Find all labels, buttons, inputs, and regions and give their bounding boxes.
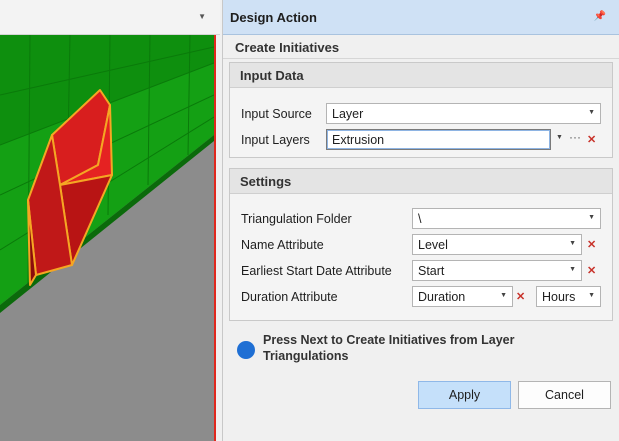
chevron-down-icon[interactable]: ▼ — [569, 240, 576, 247]
name-attribute-value: Level — [418, 238, 448, 252]
input-data-group: Input Data Input Source Layer ▼ Input La… — [229, 62, 613, 158]
duration-value: Duration — [418, 290, 466, 304]
triangulation-folder-select[interactable]: \ ▼ — [412, 208, 601, 229]
section-title: Create Initiatives — [223, 35, 619, 59]
apply-button[interactable]: Apply — [418, 381, 511, 409]
name-attribute-row: Name Attribute Level ▼ ✕ — [230, 234, 612, 256]
chevron-down-icon[interactable]: ▼ — [198, 12, 206, 21]
earliest-start-value: Start — [418, 264, 445, 278]
close-icon[interactable]: ✕ — [516, 290, 525, 303]
triangulation-folder-value: \ — [418, 212, 422, 226]
input-source-select[interactable]: Layer ▼ — [326, 103, 601, 124]
name-attribute-select[interactable]: Level ▼ — [412, 234, 582, 255]
earliest-start-select[interactable]: Start ▼ — [412, 260, 582, 281]
close-icon[interactable]: ✕ — [587, 264, 596, 277]
pin-icon[interactable]: 📌 — [594, 11, 606, 22]
status-indicator-icon — [237, 341, 255, 359]
input-layers-field[interactable]: Extrusion — [326, 129, 551, 150]
chevron-down-icon[interactable]: ▼ — [500, 292, 507, 299]
design-action-panel: Design Action 📌 Create Initiatives Input… — [222, 0, 619, 441]
duration-unit-select[interactable]: Hours ▼ — [536, 286, 601, 307]
chevron-down-icon[interactable]: ▼ — [588, 292, 595, 299]
input-data-header: Input Data — [230, 63, 612, 88]
cancel-button[interactable]: Cancel — [518, 381, 611, 409]
chevron-down-icon[interactable]: ▼ — [588, 214, 595, 221]
earliest-start-label: Earliest Start Date Attribute — [241, 264, 392, 278]
panel-title: Design Action — [230, 9, 317, 25]
triangulation-folder-row: Triangulation Folder \ ▼ — [230, 208, 612, 230]
close-icon[interactable]: ✕ — [587, 133, 596, 146]
input-layers-row: Input Layers Extrusion ▼ ··· ✕ — [230, 129, 612, 151]
input-source-row: Input Source Layer ▼ — [230, 103, 612, 125]
chevron-down-icon[interactable]: ▼ — [569, 266, 576, 273]
duration-select[interactable]: Duration ▼ — [412, 286, 513, 307]
duration-row: Duration Attribute Duration ▼ ✕ Hours ▼ — [230, 286, 612, 308]
duration-unit-value: Hours — [542, 290, 576, 304]
triangulation-folder-label: Triangulation Folder — [241, 212, 352, 226]
duration-label: Duration Attribute — [241, 290, 338, 304]
viewport-header: ▼ — [0, 0, 220, 35]
ellipsis-icon[interactable]: ··· — [569, 130, 581, 144]
earliest-start-row: Earliest Start Date Attribute Start ▼ ✕ — [230, 260, 612, 282]
chevron-down-icon[interactable]: ▼ — [556, 134, 563, 141]
panel-titlebar: Design Action 📌 — [223, 0, 619, 35]
3d-viewport[interactable] — [0, 35, 216, 441]
input-layers-label: Input Layers — [241, 133, 310, 147]
chevron-down-icon[interactable]: ▼ — [588, 109, 595, 116]
input-source-label: Input Source — [241, 107, 312, 121]
settings-header: Settings — [230, 169, 612, 194]
settings-group: Settings Triangulation Folder \ ▼ Name A… — [229, 168, 613, 321]
name-attribute-label: Name Attribute — [241, 238, 324, 252]
status-message: Press Next to Create Initiatives from La… — [263, 333, 515, 363]
input-layers-value: Extrusion — [332, 133, 385, 147]
close-icon[interactable]: ✕ — [587, 238, 596, 251]
viewport-scene — [0, 35, 214, 441]
input-source-value: Layer — [332, 107, 364, 121]
